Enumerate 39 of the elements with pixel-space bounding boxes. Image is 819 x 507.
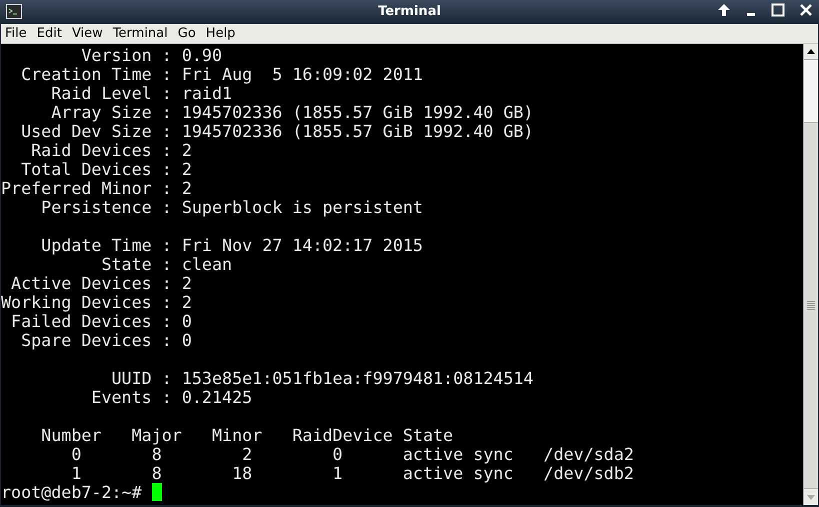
terminal-line: Version : 0.90	[80, 45, 222, 65]
menu-item[interactable]: Edit	[36, 24, 62, 44]
terminal-line: State : clean	[100, 254, 232, 274]
close-icon[interactable]	[799, 3, 813, 17]
terminal-line: 1 8 18 1 active sync /dev/sdb2	[70, 463, 634, 483]
scroll-thumb[interactable]	[804, 122, 818, 489]
menu-item[interactable]: Terminal	[112, 24, 168, 44]
terminal-line: Spare Devices : 0	[20, 330, 192, 350]
prompt: root@deb7-2:~#	[1, 482, 143, 502]
terminal-line: Raid Devices : 2	[30, 140, 192, 160]
terminal-line: Creation Time : Fri Aug 5 16:09:02 2011	[20, 64, 423, 84]
terminal-line: Working Devices : 2	[1, 292, 192, 312]
terminal-line: Update Time : Fri Nov 27 14:02:17 2015	[40, 235, 423, 255]
cursor	[152, 483, 162, 501]
menu-item[interactable]: Go	[178, 24, 196, 44]
terminal-line: Raid Level : raid1	[50, 83, 232, 103]
maximize-icon[interactable]	[771, 3, 785, 17]
terminal-line: Total Devices : 2	[20, 159, 192, 179]
grip-icon	[807, 301, 815, 310]
menu-item[interactable]: File	[5, 24, 27, 44]
arrow-up-icon	[807, 49, 815, 54]
terminal-line: UUID : 153e85e1:051fb1ea:f9979481:08124514	[110, 368, 534, 388]
terminal-line: Used Dev Size : 1945702336 (1855.57 GiB 1992.40 GB)	[20, 121, 534, 141]
terminal-line: Active Devices : 2	[10, 273, 192, 293]
terminal-line: Failed Devices : 0	[11, 311, 192, 331]
window-title: Terminal	[378, 3, 441, 22]
arrow-down-icon	[807, 494, 815, 500]
terminal-line: Preferred Minor : 2	[1, 178, 192, 198]
terminal-line: 0 8 2 0 active sync /dev/sda2	[70, 444, 634, 464]
arrow-up-icon[interactable]	[717, 3, 731, 17]
terminal-line: Events : 0.21425	[90, 387, 252, 407]
terminal-line: Array Size : 1945702336 (1855.57 GiB 1992.40 GB)	[50, 102, 534, 122]
scroll-up-button[interactable]	[804, 44, 818, 60]
scrollbar[interactable]	[803, 44, 818, 505]
menu-item[interactable]: View	[72, 24, 103, 44]
terminal-line: Persistence : Superblock is persistent	[40, 197, 423, 217]
terminal-line: Number Major Minor RaidDevice State	[40, 425, 454, 445]
terminal-icon	[6, 4, 22, 19]
menu-item[interactable]: Help	[206, 24, 236, 44]
